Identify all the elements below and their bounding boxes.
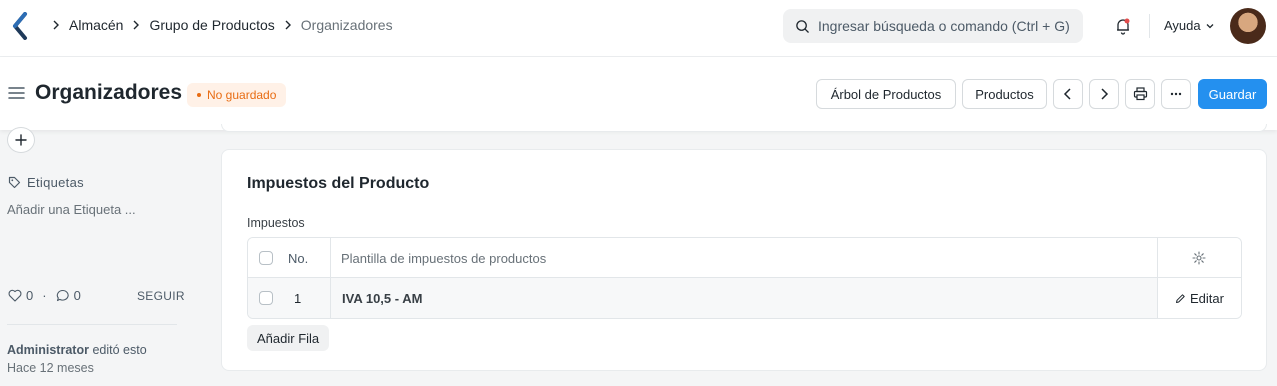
tags-section-label: Etiquetas — [8, 175, 84, 190]
status-dot-icon — [197, 93, 201, 97]
section-title: Impuestos del Producto — [247, 175, 430, 192]
row-edit-label: Editar — [1190, 290, 1224, 306]
row-template-value[interactable]: IVA 10,5 - AM — [331, 278, 1157, 318]
status-badge: No guardado — [187, 83, 287, 107]
chevron-right-icon — [280, 17, 296, 33]
table-header-row: No. Plantilla de impuestos de productos — [248, 238, 1241, 278]
select-all-checkbox-cell — [259, 238, 273, 278]
chevron-right-icon — [1101, 88, 1109, 100]
column-settings-cell — [1192, 238, 1206, 278]
divider — [1149, 14, 1150, 38]
search-input[interactable] — [818, 18, 1078, 34]
avatar[interactable] — [1230, 8, 1266, 44]
heart-icon[interactable] — [8, 289, 22, 302]
taxes-table: No. Plantilla de impuestos de productos … — [247, 237, 1242, 319]
help-label: Ayuda — [1164, 18, 1201, 33]
sidebar-toggle-icon[interactable] — [8, 86, 25, 100]
likes-comments: 0 · 0 — [8, 288, 81, 303]
chevron-left-icon — [1063, 88, 1071, 100]
product-taxes-section: Impuestos del Producto Impuestos No. Pla… — [221, 149, 1267, 371]
help-dropdown[interactable]: Ayuda — [1164, 18, 1215, 33]
column-header-no: No. — [288, 250, 309, 266]
add-assignment-button[interactable] — [7, 127, 35, 153]
chevron-right-icon — [128, 17, 144, 33]
breadcrumb-grupo-productos[interactable]: Grupo de Productos — [148, 17, 275, 33]
tag-icon — [8, 176, 21, 189]
row-edit-button[interactable]: Editar — [1158, 278, 1241, 318]
breadcrumb-almacen[interactable]: Almacén — [68, 17, 124, 33]
bell-icon[interactable] — [1113, 16, 1133, 36]
table-row[interactable]: 1 IVA 10,5 - AM Editar — [248, 278, 1241, 318]
breadcrumb-current[interactable]: Organizadores — [300, 17, 394, 33]
column-divider — [1157, 238, 1158, 278]
row-checkbox-cell — [259, 278, 273, 318]
plus-icon — [15, 134, 27, 146]
products-button[interactable]: Productos — [962, 79, 1047, 109]
navbar: Almacén Grupo de Productos Organizadores… — [0, 0, 1277, 57]
search-icon — [796, 19, 809, 33]
column-header-template: Plantilla de impuestos de productos — [341, 250, 547, 266]
follow-button[interactable]: SEGUIR — [137, 289, 185, 303]
likes-count: 0 — [26, 288, 34, 303]
status-badge-label: No guardado — [207, 88, 277, 102]
printer-icon — [1133, 87, 1147, 101]
row-number: 1 — [294, 290, 302, 306]
search-bar[interactable] — [783, 9, 1083, 43]
select-all-checkbox[interactable] — [259, 251, 273, 265]
breadcrumb: Almacén Grupo de Productos Organizadores — [44, 17, 394, 33]
comments-count: 0 — [73, 288, 81, 303]
editor-name[interactable]: Administrator — [7, 343, 89, 357]
chevron-right-icon — [48, 17, 64, 33]
divider — [7, 324, 177, 325]
product-tree-button[interactable]: Árbol de Productos — [816, 79, 956, 109]
edited-text: editó esto — [92, 343, 147, 357]
more-actions-button[interactable] — [1161, 79, 1191, 109]
column-divider — [330, 238, 331, 278]
save-button[interactable]: Guardar — [1198, 79, 1267, 109]
app-logo-icon[interactable] — [12, 12, 28, 40]
gear-icon[interactable] — [1192, 251, 1206, 265]
dot-separator: · — [42, 288, 47, 303]
previous-section-card — [221, 124, 1267, 132]
tags-label: Etiquetas — [27, 175, 84, 190]
page-head: Organizadores No guardado Árbol de Produ… — [0, 57, 1277, 130]
pencil-icon — [1176, 293, 1185, 303]
page-title: Organizadores — [35, 81, 183, 104]
row-checkbox[interactable] — [259, 291, 273, 305]
chevron-down-icon — [1206, 23, 1214, 28]
add-tag-link[interactable]: Añadir una Etiqueta ... — [7, 202, 136, 217]
edited-ago: Hace 12 meses — [7, 361, 94, 375]
previous-record-button[interactable] — [1053, 79, 1083, 109]
print-button[interactable] — [1125, 79, 1155, 109]
taxes-field-label: Impuestos — [247, 216, 305, 230]
ellipsis-icon — [1170, 92, 1182, 96]
comment-icon[interactable] — [56, 289, 70, 302]
edited-by-info: Administrator editó esto — [7, 343, 147, 357]
next-record-button[interactable] — [1089, 79, 1119, 109]
add-row-button[interactable]: Añadir Fila — [247, 325, 330, 351]
